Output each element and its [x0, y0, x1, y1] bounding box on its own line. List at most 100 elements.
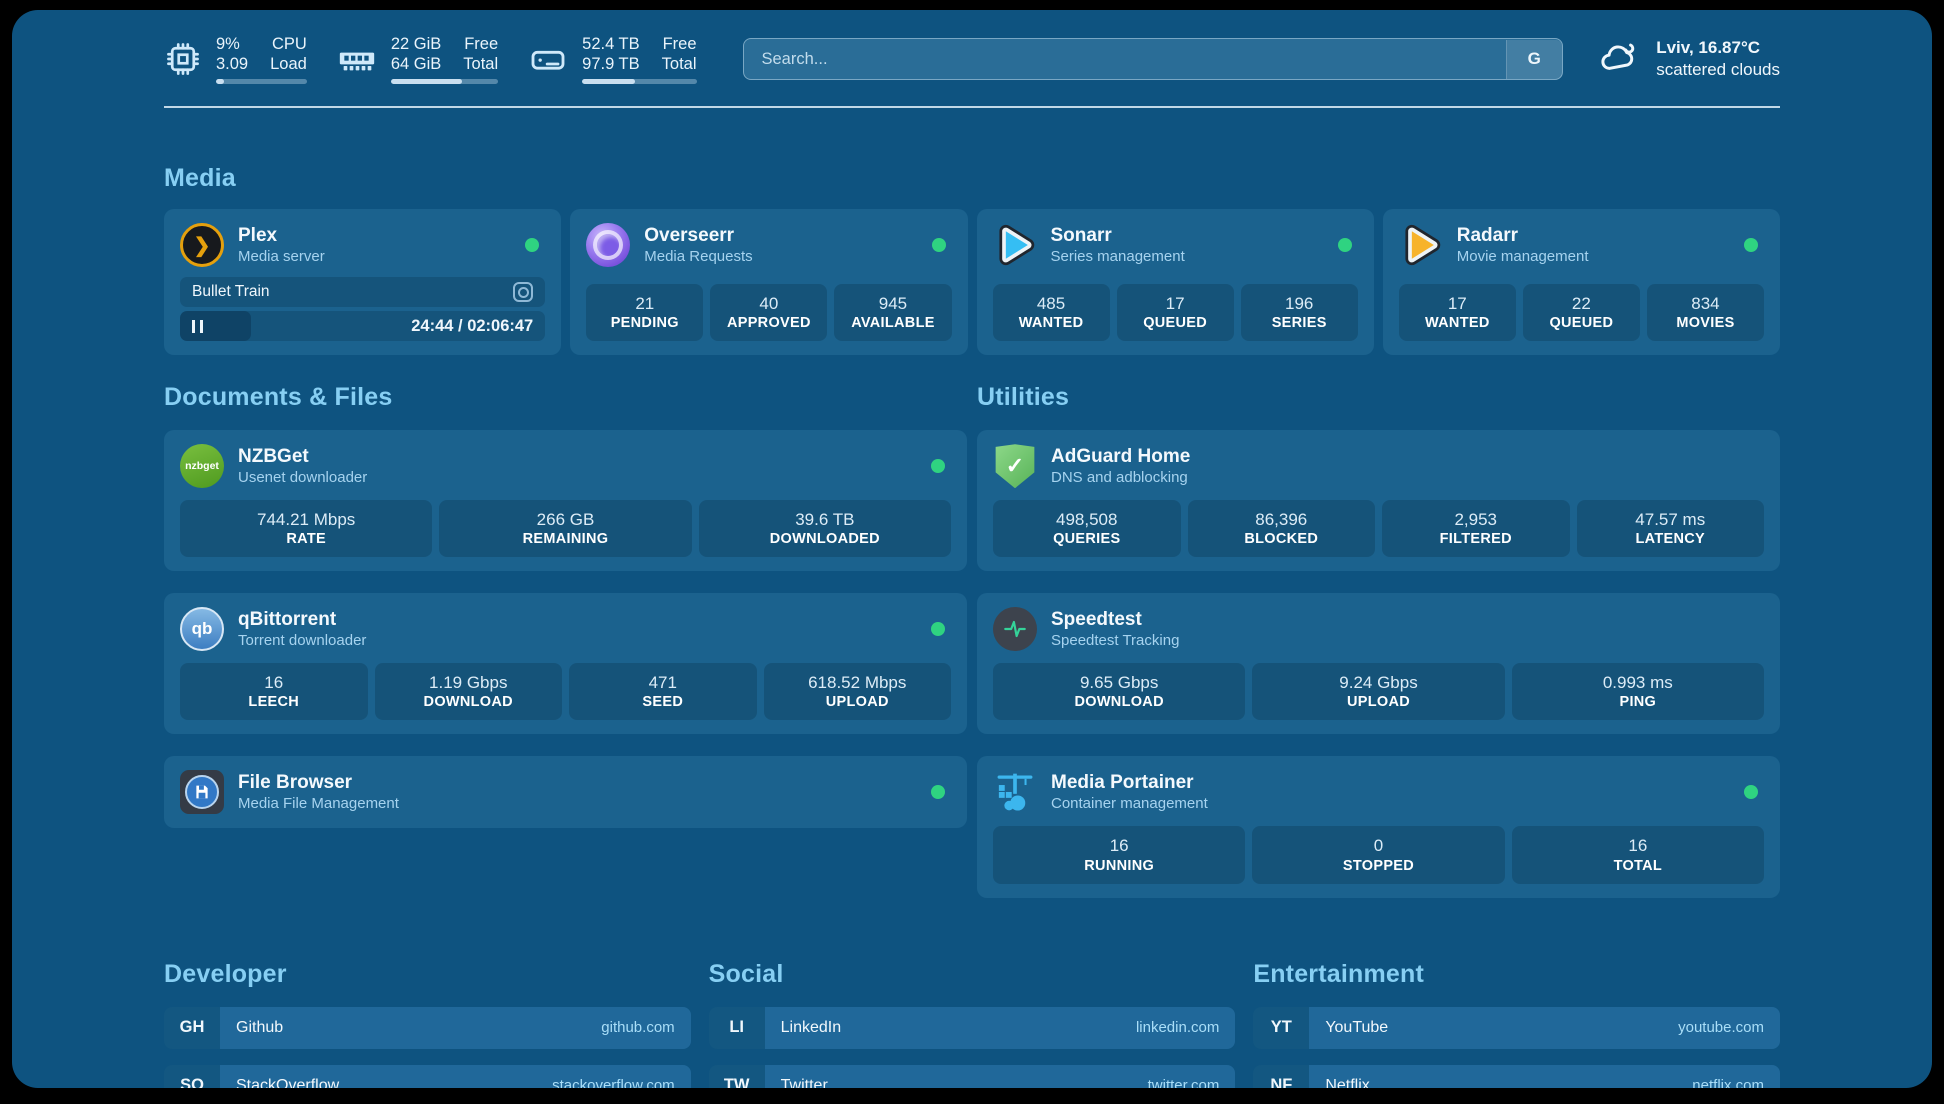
bookmark-abbr: TW — [709, 1065, 765, 1088]
cpu-load-value: 3.09 — [216, 54, 248, 74]
bookmark-stackoverflow[interactable]: SO StackOverflow stackoverflow.com — [164, 1065, 691, 1088]
media-card-row: ❯ Plex Media server Bullet Train — [164, 209, 1780, 355]
bookmark-abbr: LI — [709, 1007, 765, 1049]
service-subtitle: Media Requests — [644, 248, 752, 267]
pause-button[interactable] — [192, 320, 203, 333]
service-link-qbittorrent[interactable]: qb qBittorrent Torrent downloader — [180, 607, 951, 651]
service-link-sonarr[interactable]: Sonarr Series management — [993, 223, 1358, 267]
section-title-utilities: Utilities — [977, 383, 1780, 412]
service-card-plex: ❯ Plex Media server Bullet Train — [164, 209, 561, 355]
system-stats: 9% 3.09 CPU Load — [164, 34, 697, 84]
service-subtitle: Series management — [1051, 248, 1185, 267]
bookmark-group-developer: Developer GH Github github.com SO StackO… — [164, 960, 691, 1088]
cloud-icon — [1597, 35, 1641, 84]
bookmark-group-entertainment: Entertainment YT YouTube youtube.com NF … — [1253, 960, 1780, 1088]
service-card-qbittorrent: qb qBittorrent Torrent downloader 16 LEE… — [164, 593, 967, 734]
stat-downloaded: 39.6 TB DOWNLOADED — [699, 500, 951, 557]
cpu-usage-label: CPU — [270, 34, 307, 54]
status-dot — [1744, 238, 1758, 252]
search-engine-button[interactable]: G — [1506, 40, 1562, 79]
bookmark-linkedin[interactable]: LI LinkedIn linkedin.com — [709, 1007, 1236, 1049]
service-card-portainer: Media Portainer Container management 16 … — [977, 756, 1780, 897]
bookmark-abbr: GH — [164, 1007, 220, 1049]
status-dot — [932, 238, 946, 252]
now-playing-row: Bullet Train — [180, 277, 545, 307]
section-title-documents: Documents & Files — [164, 383, 967, 412]
disk-free-value: 52.4 TB — [582, 34, 639, 54]
bookmark-name: Twitter — [781, 1077, 828, 1088]
service-name: Media Portainer — [1051, 771, 1208, 795]
status-dot — [931, 785, 945, 799]
disk-icon — [528, 39, 568, 79]
disk-progress-bar — [582, 79, 696, 84]
bookmark-netflix[interactable]: NF Netflix netflix.com — [1253, 1065, 1780, 1088]
service-card-filebrowser: File Browser Media File Management — [164, 756, 967, 828]
dashboard-window: 9% 3.09 CPU Load — [12, 10, 1932, 1088]
plex-icon: ❯ — [180, 223, 224, 267]
service-link-plex[interactable]: ❯ Plex Media server — [180, 223, 545, 267]
stat-latency: 47.57 ms LATENCY — [1577, 500, 1765, 557]
stat-movies: 834 MOVIES — [1647, 284, 1764, 341]
status-dot — [1744, 785, 1758, 799]
service-name: Speedtest — [1051, 608, 1179, 632]
bookmark-domain: netflix.com — [1692, 1077, 1764, 1088]
bookmark-github[interactable]: GH Github github.com — [164, 1007, 691, 1049]
service-link-filebrowser[interactable]: File Browser Media File Management — [180, 770, 951, 814]
gear-icon[interactable] — [513, 282, 533, 302]
stat-approved: 40 APPROVED — [710, 284, 827, 341]
filebrowser-icon — [180, 770, 224, 814]
service-name: File Browser — [238, 771, 399, 795]
service-link-speedtest[interactable]: Speedtest Speedtest Tracking — [993, 607, 1764, 651]
stat-running: 16 RUNNING — [993, 826, 1245, 883]
service-link-portainer[interactable]: Media Portainer Container management — [993, 770, 1764, 814]
top-bar: 9% 3.09 CPU Load — [164, 34, 1780, 84]
service-card-adguard: ✓ AdGuard Home DNS and adblocking 498,50… — [977, 430, 1780, 571]
bookmark-youtube[interactable]: YT YouTube youtube.com — [1253, 1007, 1780, 1049]
service-card-overseerr: Overseerr Media Requests 21 PENDING 40 A… — [570, 209, 967, 355]
radarr-icon — [1399, 223, 1443, 267]
now-playing-title: Bullet Train — [192, 283, 270, 301]
bookmark-domain: twitter.com — [1148, 1077, 1220, 1088]
bookmark-abbr: SO — [164, 1065, 220, 1088]
service-card-nzbget: nzbget NZBGet Usenet downloader 744.21 M… — [164, 430, 967, 571]
service-link-adguard[interactable]: ✓ AdGuard Home DNS and adblocking — [993, 444, 1764, 488]
stat-queued: 22 QUEUED — [1523, 284, 1640, 341]
bookmark-domain: stackoverflow.com — [552, 1077, 675, 1088]
section-title-media: Media — [164, 164, 1780, 193]
service-subtitle: DNS and adblocking — [1051, 469, 1190, 488]
memory-free-label: Free — [463, 34, 498, 54]
service-name: Sonarr — [1051, 224, 1185, 248]
service-subtitle: Media server — [238, 248, 325, 267]
stat-available: 945 AVAILABLE — [834, 284, 951, 341]
bookmark-group-social: Social LI LinkedIn linkedin.com TW Twitt… — [709, 960, 1236, 1088]
status-dot — [931, 622, 945, 636]
status-dot — [525, 238, 539, 252]
bookmark-abbr: YT — [1253, 1007, 1309, 1049]
disk-stat: 52.4 TB 97.9 TB Free Total — [528, 34, 696, 84]
bookmark-name: YouTube — [1325, 1019, 1388, 1037]
bookmark-name: Netflix — [1325, 1077, 1369, 1088]
service-name: Overseerr — [644, 224, 752, 248]
stat-queued: 17 QUEUED — [1117, 284, 1234, 341]
memory-free-value: 22 GiB — [391, 34, 441, 54]
bookmark-abbr: NF — [1253, 1065, 1309, 1088]
bookmark-domain: github.com — [601, 1019, 674, 1036]
service-link-nzbget[interactable]: nzbget NZBGet Usenet downloader — [180, 444, 951, 488]
disk-free-label: Free — [662, 34, 697, 54]
stat-remaining: 266 GB REMAINING — [439, 500, 691, 557]
bookmark-twitter[interactable]: TW Twitter twitter.com — [709, 1065, 1236, 1088]
stat-wanted: 485 WANTED — [993, 284, 1110, 341]
service-link-radarr[interactable]: Radarr Movie management — [1399, 223, 1764, 267]
memory-progress-bar — [391, 79, 498, 84]
service-name: NZBGet — [238, 445, 367, 469]
memory-total-value: 64 GiB — [391, 54, 441, 74]
sonarr-icon — [993, 223, 1037, 267]
bookmark-name: LinkedIn — [781, 1019, 842, 1037]
bookmark-name: Github — [236, 1019, 283, 1037]
service-subtitle: Container management — [1051, 795, 1208, 814]
service-link-overseerr[interactable]: Overseerr Media Requests — [586, 223, 951, 267]
stat-ping: 0.993 ms PING — [1512, 663, 1764, 720]
playback-progress-row: 24:44 / 02:06:47 — [180, 311, 545, 341]
speedtest-pulse-icon — [993, 607, 1037, 651]
search-input[interactable] — [743, 38, 1564, 80]
